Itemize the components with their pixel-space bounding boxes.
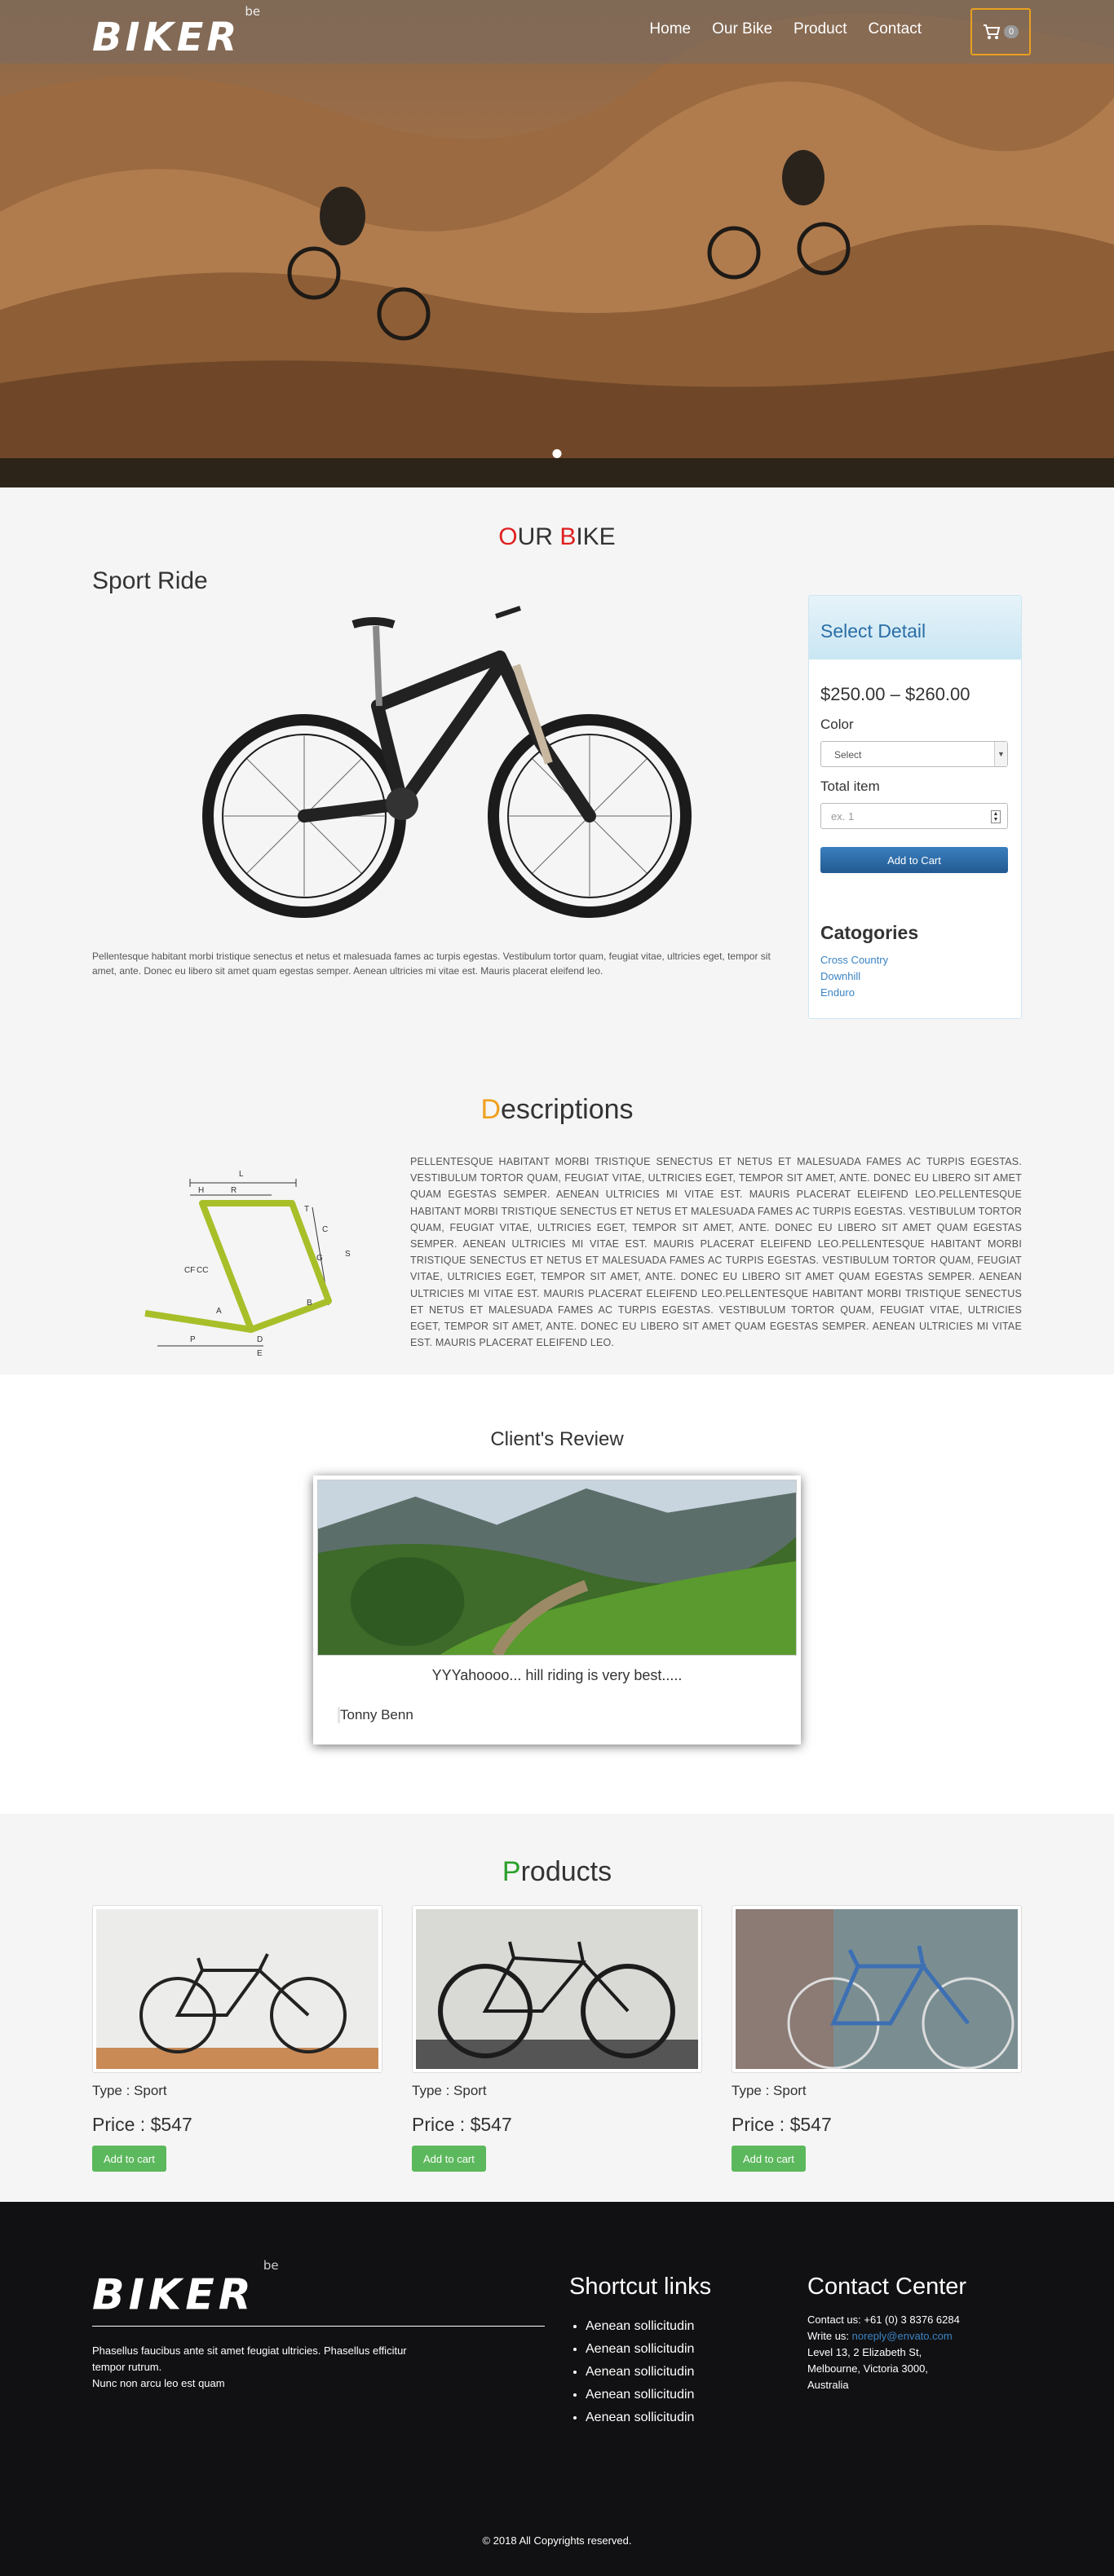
add-to-cart-button[interactable]: Add to Cart <box>820 847 1008 873</box>
product-type: Type : Sport <box>412 2083 487 2098</box>
nav-links: Home Our Bike Product Contact <box>649 18 922 41</box>
review-quote: YYYahoooo... hill riding is very best...… <box>431 1667 683 1683</box>
hero-image <box>0 0 1114 487</box>
product-price: Price : $547 <box>92 2114 192 2135</box>
shortcut-heading: Shortcut links <box>569 2274 712 2300</box>
bike-description: Pellentesque habitant morbi tristique se… <box>92 951 771 977</box>
product-card: Type : Sport Price : $547 Add to cart <box>92 1905 382 2172</box>
price-range: $250.00 – $260.00 <box>820 684 970 704</box>
frame-geometry-diagram: L H R T C G S A B D P E CF CC <box>144 1170 351 1358</box>
address-line-1: Level 13, 2 Elizabeth St, <box>807 2346 922 2358</box>
review-title: Client's Review <box>490 1428 624 1450</box>
shortcut-link[interactable]: Aenean sollicitudin <box>586 2361 807 2384</box>
product-type: Type : Sport <box>732 2083 807 2098</box>
total-item-input[interactable]: ex. 1 ▲ ▼ <box>820 803 1008 829</box>
address-line-3: Australia <box>807 2379 849 2391</box>
shortcut-link[interactable]: Aenean sollicitudin <box>586 2384 807 2406</box>
frame-label-cc: CC <box>197 1266 208 1275</box>
frame-label-a: A <box>216 1307 222 1316</box>
write-label: Write us: <box>807 2330 852 2342</box>
select-detail-panel: Select Detail $250.00 – $260.00 Color Se… <box>808 595 1022 1019</box>
nav-link-product[interactable]: Product <box>794 18 847 41</box>
nav-link-contact[interactable]: Contact <box>869 18 922 41</box>
frame-label-e: E <box>257 1349 263 1358</box>
frame-label-cf: CF <box>184 1266 195 1275</box>
review-author: Tonny Benn <box>338 1707 797 1723</box>
color-select-value: Select <box>834 749 862 761</box>
frame-label-c: C <box>322 1225 328 1234</box>
products-section: Products Type : Sport Price : $547 Add t… <box>0 1814 1114 2202</box>
descriptions-text: PELLENTESQUE HABITANT MORBI TRISTIQUE SE… <box>410 1156 1022 1349</box>
cart-button[interactable]: 0 <box>970 8 1031 55</box>
total-item-placeholder: ex. 1 <box>831 810 855 823</box>
nav-link-our-bike[interactable]: Our Bike <box>712 18 772 41</box>
contact-info: Contact us: +61 (0) 3 8376 6284 Write us… <box>807 2312 966 2393</box>
product-image-frame[interactable] <box>412 1905 702 2073</box>
add-to-cart-button[interactable]: Add to cart <box>412 2146 486 2172</box>
hero-banner: BIKERbe Home Our Bike Product Contact 0 <box>0 0 1114 487</box>
frame-label-g: G <box>316 1254 323 1263</box>
spinner-icon[interactable]: ▲ ▼ <box>991 810 1001 823</box>
total-item-label: Total item <box>820 779 880 794</box>
frame-label-r: R <box>231 1186 237 1195</box>
address-line-2: Melbourne, Victoria 3000, <box>807 2362 928 2375</box>
cart-icon <box>983 24 1001 39</box>
contact-heading: Contact Center <box>807 2274 967 2300</box>
shortcut-link[interactable]: Aenean sollicitudin <box>586 2406 807 2429</box>
category-cross-country[interactable]: Cross Country <box>820 954 888 966</box>
frame-label-p: P <box>190 1335 196 1344</box>
shortcut-link[interactable]: Aenean sollicitudin <box>586 2338 807 2361</box>
shortcut-list: Aenean sollicitudin Aenean sollicitudin … <box>569 2315 807 2429</box>
product-image-frame[interactable] <box>92 1905 382 2073</box>
road-bike-image <box>736 1909 1018 2069</box>
carousel-indicators <box>552 449 562 458</box>
client-review-section: Client's Review YYYahoooo... hill riding… <box>0 1374 1114 1814</box>
add-to-cart-button[interactable]: Add to cart <box>732 2146 806 2172</box>
site-footer: BIKERbe Phasellus faucibus ante sit amet… <box>0 2202 1114 2576</box>
footer-logo[interactable]: BIKERbe <box>92 2258 545 2318</box>
frame-label-h: H <box>198 1186 204 1195</box>
contact-email-link[interactable]: noreply@envato.com <box>852 2330 953 2342</box>
product-image-frame[interactable] <box>732 1905 1022 2073</box>
footer-divider <box>92 2326 545 2327</box>
frame-label-s: S <box>345 1250 351 1259</box>
chevron-down-icon: ▼ <box>994 742 1007 766</box>
frame-label-d: D <box>257 1335 263 1344</box>
frame-label-b: B <box>307 1299 312 1308</box>
categories-list: Cross Country Downhill Enduro <box>820 952 1010 1001</box>
product-card: Type : Sport Price : $547 Add to cart <box>732 1905 1022 2172</box>
categories-heading: Catogories <box>820 922 919 943</box>
shortcut-link[interactable]: Aenean sollicitudin <box>586 2315 807 2338</box>
hybrid-bike-image <box>416 1909 698 2069</box>
carousel-dot-1[interactable] <box>552 449 562 458</box>
product-card: Type : Sport Price : $547 Add to cart <box>412 1905 702 2172</box>
frame-label-l: L <box>239 1170 244 1179</box>
panel-header: Select Detail <box>809 596 1021 659</box>
nav-link-home[interactable]: Home <box>649 18 691 41</box>
main-navbar: BIKERbe Home Our Bike Product Contact 0 <box>0 0 1114 64</box>
product-price: Price : $547 <box>412 2114 512 2135</box>
product-price: Price : $547 <box>732 2114 832 2135</box>
products-title: Products <box>502 1856 612 1887</box>
footer-about: Phasellus faucibus ante sit amet feugiat… <box>92 2344 407 2390</box>
hill-trail-image <box>317 1480 797 1656</box>
cart-count-badge: 0 <box>1003 25 1019 38</box>
city-bike-image <box>96 1909 378 2069</box>
panel-title: Select Detail <box>820 620 926 642</box>
our-bike-section: OUR BIKE Sport Ride Pellentesque habitan… <box>0 487 1114 1374</box>
mountain-bike-image <box>202 606 692 918</box>
color-select[interactable]: Select ▼ <box>820 741 1008 767</box>
category-enduro[interactable]: Enduro <box>820 986 855 999</box>
frame-label-t: T <box>304 1205 309 1214</box>
brand-logo[interactable]: BIKERbe <box>92 4 260 60</box>
review-card: YYYahoooo... hill riding is very best...… <box>313 1475 801 1745</box>
product-type: Type : Sport <box>92 2083 167 2098</box>
descriptions-title: Descriptions <box>480 1094 634 1125</box>
category-downhill[interactable]: Downhill <box>820 970 860 982</box>
our-bike-title: OUR BIKE <box>498 523 616 550</box>
copyright: © 2018 All Copyrights reserved. <box>482 2534 632 2547</box>
add-to-cart-button[interactable]: Add to cart <box>92 2146 166 2172</box>
color-label: Color <box>820 717 854 732</box>
contact-phone: Contact us: +61 (0) 3 8376 6284 <box>807 2314 960 2326</box>
